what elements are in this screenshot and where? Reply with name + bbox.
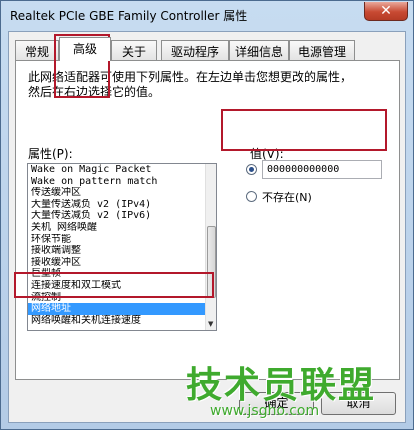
close-icon: ✕ bbox=[380, 3, 392, 19]
list-item[interactable]: 连接速度和双工模式 bbox=[28, 280, 216, 292]
tab-about[interactable]: 关于 bbox=[111, 40, 157, 60]
list-item[interactable]: 传送缓冲区 bbox=[28, 187, 216, 199]
property-label: 属性(P): bbox=[28, 147, 73, 161]
dialog-footer: 确定 取消 bbox=[9, 384, 405, 424]
list-item[interactable]: 大量传送减负 v2 (IPv6) bbox=[28, 210, 216, 222]
advanced-panel: 此网络适配器可使用下列属性。在左边单击您想更改的属性，然后在右边选择它的值。 属… bbox=[15, 60, 400, 380]
list-item[interactable]: 关机 网络唤醒 bbox=[28, 222, 216, 234]
scroll-down-icon[interactable]: ▼ bbox=[208, 320, 213, 328]
tab-details[interactable]: 详细信息 bbox=[229, 40, 289, 60]
close-button[interactable]: ✕ bbox=[364, 2, 408, 21]
value-radio[interactable] bbox=[246, 164, 257, 175]
tab-general[interactable]: 常规 bbox=[15, 40, 59, 60]
window-title: Realtek PCIe GBE Family Controller 属性 bbox=[10, 9, 248, 23]
list-item[interactable]: Wake on pattern match bbox=[28, 176, 216, 188]
dialog-client: 常规 高级 关于 驱动程序 详细信息 电源管理 此网络适配器可使用下列属性。在左… bbox=[8, 31, 406, 423]
value-input[interactable]: 000000000000 bbox=[262, 160, 382, 179]
scrollbar-thumb[interactable] bbox=[207, 226, 216, 298]
not-present-radio[interactable] bbox=[246, 191, 257, 202]
list-item[interactable]: 接收缓冲区 bbox=[28, 257, 216, 269]
tab-power-management[interactable]: 电源管理 bbox=[289, 40, 355, 60]
tab-driver[interactable]: 驱动程序 bbox=[161, 40, 229, 60]
title-bar[interactable]: Realtek PCIe GBE Family Controller 属性 ✕ bbox=[1, 1, 413, 31]
list-item[interactable]: Wake on Magic Packet bbox=[28, 164, 216, 176]
list-item[interactable]: 巨型帧 bbox=[28, 268, 216, 280]
ok-button[interactable]: 确定 bbox=[239, 392, 314, 415]
list-item[interactable]: 流控制 bbox=[28, 292, 216, 304]
properties-window: Realtek PCIe GBE Family Controller 属性 ✕ … bbox=[0, 0, 414, 430]
list-item[interactable]: 接收端调整 bbox=[28, 245, 216, 257]
list-scrollbar[interactable]: ▼ bbox=[205, 164, 216, 330]
list-item[interactable]: 网络唤醒和关机连接速度 bbox=[28, 315, 216, 327]
panel-description: 此网络适配器可使用下列属性。在左边单击您想更改的属性，然后在右边选择它的值。 bbox=[28, 70, 353, 99]
list-item-selected[interactable]: 网络地址 bbox=[28, 303, 216, 315]
list-item[interactable]: 环保节能 bbox=[28, 234, 216, 246]
cancel-button[interactable]: 取消 bbox=[321, 392, 396, 415]
list-item[interactable]: 大量传送减负 v2 (IPv4) bbox=[28, 199, 216, 211]
tab-advanced[interactable]: 高级 bbox=[59, 37, 111, 61]
property-list[interactable]: Wake on Magic Packet Wake on pattern mat… bbox=[27, 163, 217, 331]
not-present-label: 不存在(N) bbox=[262, 191, 312, 204]
